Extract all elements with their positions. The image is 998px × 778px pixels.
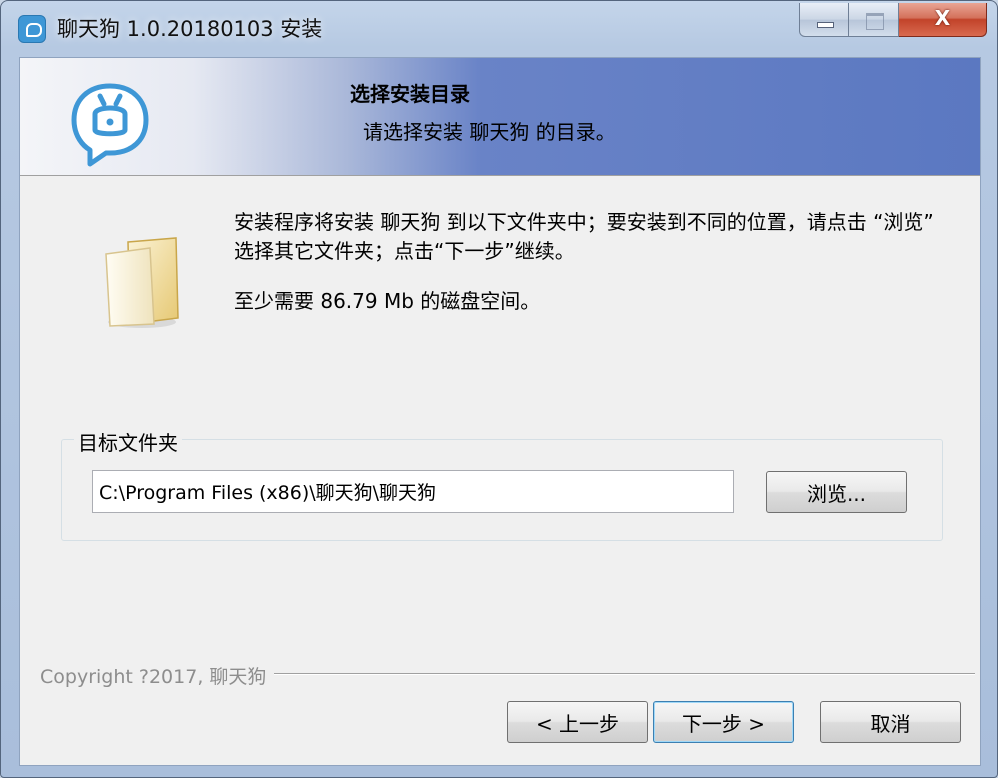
install-description: 安装程序将安装 聊天狗 到以下文件夹中；要安装到不同的位置，请点击 “浏览” 选… [234,210,934,263]
disk-space-text: 至少需要 86.79 Mb 的磁盘空间。 [234,289,541,313]
page-subtitle: 请选择安装 聊天狗 的目录。 [363,120,616,144]
minimize-button[interactable] [799,3,849,37]
window-controls: X [799,3,987,39]
copyright-text: Copyright ?2017, 聊天狗 [40,662,275,689]
title-bar[interactable]: 聊天狗 1.0.20180103 安装 X [1,1,997,57]
close-icon: X [934,6,951,30]
window-title: 聊天狗 1.0.20180103 安装 [57,17,323,41]
folder-icon [105,237,179,328]
installer-window: 聊天狗 1.0.20180103 安装 X 选择安装目录 请选择安装 聊天狗 的… [0,0,998,778]
next-button[interactable]: 下一步 > [653,701,794,743]
maximize-button[interactable] [849,3,899,37]
chat-bubble-logo-icon [71,83,149,167]
installer-page: 选择安装目录 请选择安装 聊天狗 的目录。 安装程序将安装 聊天狗 到以下文件夹… [19,57,981,766]
browse-button[interactable]: 浏览... [766,471,907,513]
page-title: 选择安装目录 [350,82,470,106]
destination-folder-label: 目标文件夹 [74,427,182,456]
app-icon[interactable] [18,15,46,43]
install-path-field[interactable] [92,470,734,513]
page-header: 选择安装目录 请选择安装 聊天狗 的目录。 [20,58,980,176]
back-button[interactable]: < 上一步 [507,701,648,743]
close-button[interactable]: X [899,3,987,37]
cancel-button[interactable]: 取消 [820,701,961,743]
